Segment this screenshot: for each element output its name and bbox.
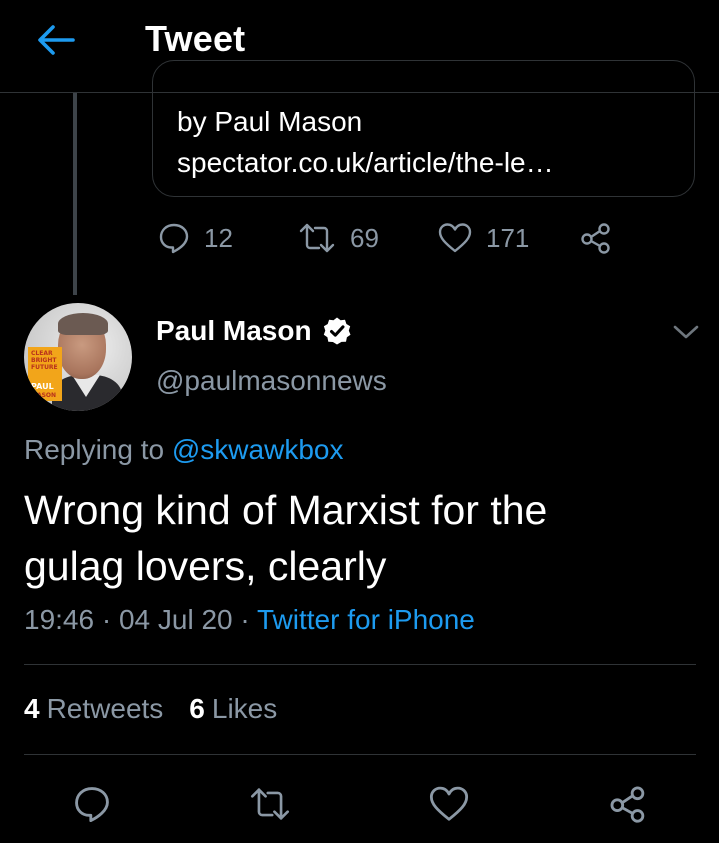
tweet-metadata: 19:46 · 04 Jul 20 · Twitter for iPhone — [24, 604, 475, 636]
heart-icon — [429, 786, 469, 821]
reply-icon — [75, 787, 109, 823]
author-avatar[interactable]: CLEAR BRIGHT FUTURE PAUL MASON — [24, 303, 132, 411]
more-options-button[interactable] — [668, 318, 704, 346]
back-button[interactable] — [32, 18, 80, 62]
retweet-count-previous: 69 — [350, 222, 379, 253]
share-action-previous[interactable] — [580, 218, 626, 258]
reply-button[interactable] — [70, 782, 114, 826]
tweet-time: 19:46 — [24, 604, 95, 635]
page-title: Tweet — [145, 18, 246, 59]
meta-separator: · — [94, 604, 119, 635]
chevron-down-icon — [673, 325, 699, 339]
author-handle[interactable]: @paulmasonnews — [156, 365, 387, 397]
retweet-action-previous[interactable]: 69 — [298, 218, 379, 258]
replying-prefix: Replying to — [24, 434, 172, 465]
retweet-icon — [299, 223, 335, 253]
tweet-date: 04 Jul 20 — [118, 604, 233, 635]
divider — [24, 664, 696, 665]
tweet-text: Wrong kind of Marxist for the gulag love… — [24, 482, 694, 594]
share-icon — [610, 786, 645, 823]
reply-action-previous[interactable]: 12 — [158, 218, 233, 258]
replying-to-line: Replying to @skwawkbox — [24, 434, 343, 466]
tweet-source-link[interactable]: Twitter for iPhone — [257, 604, 475, 635]
like-button[interactable] — [427, 782, 471, 826]
book-word: PAUL — [31, 382, 54, 391]
engagement-stats: 4 Retweets 6 Likes — [24, 693, 277, 725]
back-arrow-icon — [38, 25, 75, 55]
author-name[interactable]: Paul Mason — [156, 315, 352, 347]
likes-stat[interactable]: 6 Likes — [189, 693, 277, 725]
avatar-book-cover: CLEAR BRIGHT FUTURE PAUL MASON — [28, 347, 62, 401]
reply-count-previous: 12 — [204, 222, 233, 253]
retweets-count: 4 — [24, 693, 40, 724]
book-word: MASON — [31, 392, 57, 399]
verified-badge-icon — [323, 317, 351, 345]
heart-icon — [438, 223, 472, 253]
retweet-button[interactable] — [248, 782, 292, 826]
previous-tweet-actions: 12 69 171 — [152, 218, 652, 258]
share-icon — [581, 223, 610, 254]
retweets-label: Retweets — [46, 693, 164, 724]
link-preview-card[interactable]: by Paul Mason spectator.co.uk/article/th… — [152, 60, 695, 197]
thread-connector — [73, 93, 77, 295]
card-author-line: by Paul Mason — [177, 106, 363, 137]
meta-separator: · — [232, 604, 257, 635]
book-word: FUTURE — [31, 364, 58, 371]
share-button[interactable] — [606, 782, 650, 826]
like-action-previous[interactable]: 171 — [438, 218, 529, 258]
card-url: spectator.co.uk/article/the-le… — [177, 147, 554, 178]
tweet-text-line: Wrong kind of Marxist for the — [24, 487, 548, 533]
author-name-text: Paul Mason — [156, 315, 312, 346]
like-count-previous: 171 — [486, 222, 530, 253]
retweet-icon — [250, 788, 290, 820]
divider — [24, 754, 696, 755]
book-word: CLEAR — [31, 350, 53, 357]
book-word: BRIGHT — [31, 357, 57, 364]
retweets-stat[interactable]: 4 Retweets — [24, 693, 163, 725]
avatar-hair — [58, 313, 108, 335]
tweet-text-line: gulag lovers, clearly — [24, 543, 387, 589]
reply-icon — [159, 223, 189, 254]
likes-label: Likes — [211, 693, 278, 724]
likes-count: 6 — [189, 693, 205, 724]
replying-to-mention[interactable]: @skwawkbox — [172, 434, 344, 465]
